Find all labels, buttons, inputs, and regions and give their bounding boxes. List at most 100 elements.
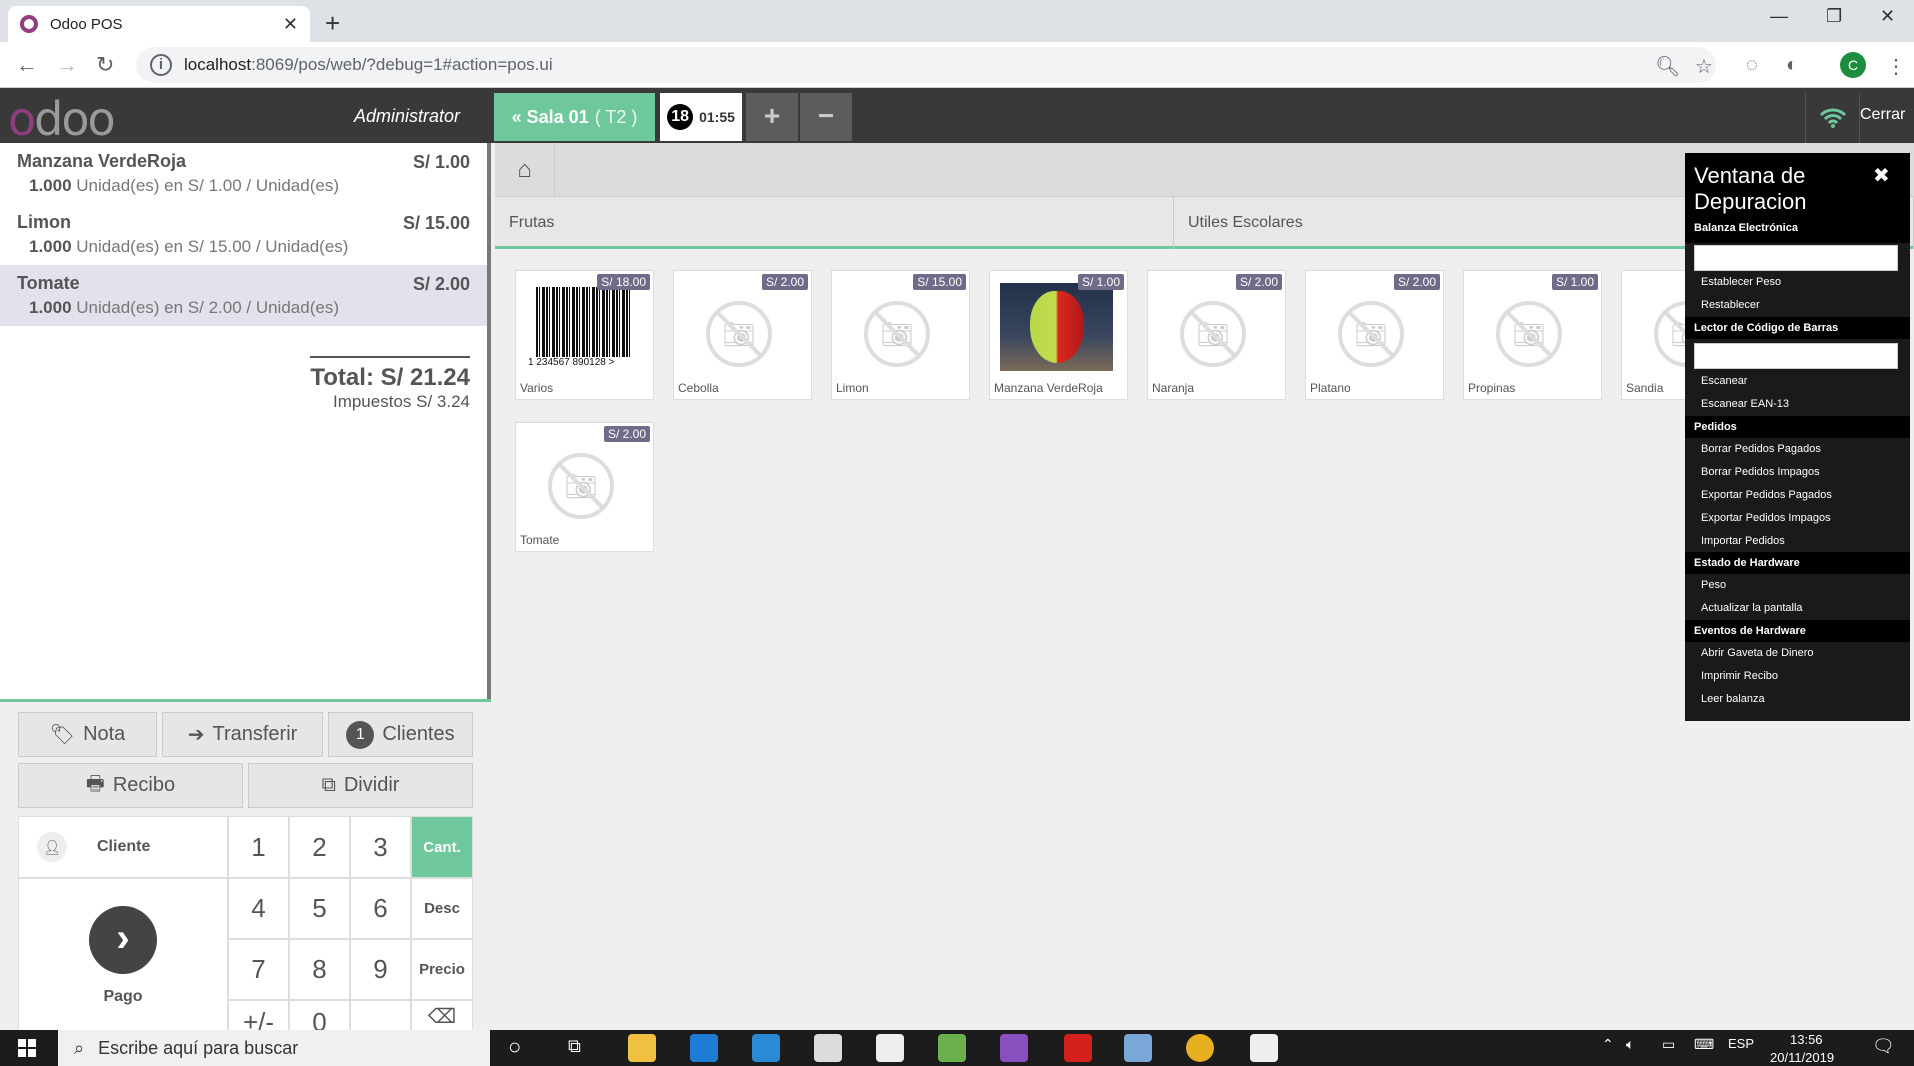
product-card[interactable]: 📷︎ S/ 15.00 Limon	[831, 270, 970, 400]
receipt-button[interactable]: 🖶︎ Recibo	[18, 763, 243, 808]
payment-button[interactable]: › Pago	[18, 878, 228, 1033]
username[interactable]: Administrator	[354, 106, 460, 127]
product-card[interactable]: 📷︎ S/ 2.00 Naranja	[1147, 270, 1286, 400]
remove-order-button[interactable]: −	[800, 93, 852, 141]
browser-tab[interactable]: Odoo POS ✕	[8, 6, 310, 42]
transfer-button[interactable]: ➔ Transferir	[162, 712, 323, 757]
mail-icon[interactable]	[876, 1034, 904, 1062]
file-explorer-icon[interactable]	[628, 1034, 656, 1062]
scan-ean13-button[interactable]: Escanear EAN-13	[1685, 393, 1910, 416]
window-close-icon[interactable]: ✕	[1880, 6, 1895, 27]
numpad-plusminus[interactable]: +/-	[228, 1000, 289, 1037]
import-orders-button[interactable]: Importar Pedidos	[1685, 530, 1910, 553]
numpad-disc-mode[interactable]: Desc	[411, 878, 473, 939]
read-scale-button[interactable]: Leer balanza	[1685, 688, 1910, 711]
wifi-icon[interactable]	[1805, 93, 1860, 143]
barcode-input[interactable]	[1694, 343, 1898, 369]
clock-time[interactable]: 13:56	[1790, 1032, 1823, 1047]
delete-unpaid-orders-button[interactable]: Borrar Pedidos Impagos	[1685, 461, 1910, 484]
store-icon[interactable]	[814, 1034, 842, 1062]
product-card[interactable]: 📷︎ S/ 2.00 Tomate	[515, 422, 654, 552]
opera-icon[interactable]	[1064, 1034, 1092, 1062]
print-receipt-button[interactable]: Imprimir Recibo	[1685, 665, 1910, 688]
numpad-price-mode[interactable]: Precio	[411, 939, 473, 1000]
backspace-icon[interactable]: ⌫	[411, 1000, 473, 1033]
visual-studio-icon[interactable]	[1000, 1034, 1028, 1062]
numpad-0[interactable]: 0	[289, 1000, 350, 1037]
product-card[interactable]: S/ 1.00 Manzana VerdeRoja	[989, 270, 1128, 400]
numpad-5[interactable]: 5	[289, 878, 350, 939]
add-order-button[interactable]: +	[746, 93, 798, 141]
app-icon[interactable]	[938, 1034, 966, 1062]
numpad-3[interactable]: 3	[350, 816, 411, 878]
product-card[interactable]: 📷︎ S/ 1.00 Propinas	[1463, 270, 1602, 400]
tray-chevron-icon[interactable]: ⌃	[1602, 1036, 1614, 1053]
taskbar-search[interactable]: ⌕ Escribe aquí para buscar	[58, 1030, 490, 1066]
language-indicator[interactable]: ESP	[1728, 1036, 1754, 1051]
bookmark-star-icon[interactable]: ☆	[1695, 54, 1713, 79]
numpad-dot[interactable]	[350, 1000, 411, 1033]
extension-icon-2[interactable]: ◐	[1786, 54, 1798, 77]
numpad-6[interactable]: 6	[350, 878, 411, 939]
numpad-9[interactable]: 9	[350, 939, 411, 1000]
extension-icon[interactable]: ◌	[1746, 54, 1758, 77]
floor-back-button[interactable]: « Sala 01 ( T2 )	[494, 93, 655, 141]
new-tab-icon[interactable]: +	[325, 8, 340, 39]
numpad-7[interactable]: 7	[228, 939, 289, 1000]
close-icon[interactable]: ✖	[1873, 163, 1890, 188]
app-icon-2[interactable]	[1250, 1034, 1278, 1062]
edge-icon[interactable]	[690, 1034, 718, 1062]
numpad-2[interactable]: 2	[289, 816, 350, 878]
network-icon[interactable]: ▭	[1662, 1036, 1675, 1053]
minimize-icon[interactable]: —	[1770, 6, 1788, 27]
export-paid-orders-button[interactable]: Exportar Pedidos Pagados	[1685, 484, 1910, 507]
close-pos-button[interactable]: Cerrar	[1860, 106, 1905, 124]
product-card[interactable]: 📷︎ S/ 2.00 Platano	[1305, 270, 1444, 400]
set-weight-button[interactable]: Establecer Peso	[1685, 271, 1910, 294]
hw-weight-status[interactable]: Peso	[1685, 574, 1910, 597]
menu-icon[interactable]: ⋮	[1886, 54, 1906, 79]
delete-paid-orders-button[interactable]: Borrar Pedidos Pagados	[1685, 438, 1910, 461]
scan-button[interactable]: Escanear	[1685, 370, 1910, 393]
product-card[interactable]: 📷︎ S/ 2.00 Cebolla	[673, 270, 812, 400]
orderline-selected[interactable]: Tomate S/ 2.00 1.000 Unidad(es) en S/ 2.…	[0, 265, 487, 326]
numpad-qty-mode[interactable]: Cant.	[411, 816, 473, 878]
export-unpaid-orders-button[interactable]: Exportar Pedidos Impagos	[1685, 507, 1910, 530]
orderline[interactable]: Manzana VerdeRoja S/ 1.00 1.000 Unidad(e…	[0, 143, 487, 204]
numpad-8[interactable]: 8	[289, 939, 350, 1000]
reset-weight-button[interactable]: Restablecer	[1685, 294, 1910, 317]
open-cashbox-button[interactable]: Abrir Gaveta de Dinero	[1685, 642, 1910, 665]
product-card[interactable]: 1 234567 890128 > S/ 18.00 Varios	[515, 270, 654, 400]
chrome-icon[interactable]	[1186, 1034, 1214, 1062]
guests-button[interactable]: 1 Clientes	[328, 712, 473, 757]
order-tab[interactable]: 18 01:55	[660, 93, 742, 141]
reload-icon[interactable]: ↻	[96, 52, 114, 78]
task-view-icon[interactable]: ⧉	[568, 1036, 581, 1057]
notifications-icon[interactable]: 🗨︎	[1872, 1036, 1895, 1057]
note-button[interactable]: 🏷︎ Nota	[18, 712, 157, 757]
volume-icon[interactable]: 🔈︎	[1626, 1036, 1634, 1053]
back-icon[interactable]: ←	[16, 52, 38, 78]
vscode-icon[interactable]	[752, 1034, 780, 1062]
refresh-screen-button[interactable]: Actualizar la pantalla	[1685, 597, 1910, 620]
split-button[interactable]: ⧉ Dividir	[248, 763, 473, 808]
numpad-4[interactable]: 4	[228, 878, 289, 939]
site-info-icon[interactable]: i	[150, 54, 172, 76]
category-frutas[interactable]: Frutas	[495, 197, 1174, 249]
clock-date[interactable]: 20/11/2019	[1770, 1050, 1834, 1064]
orderline[interactable]: Limon S/ 15.00 1.000 Unidad(es) en S/ 15…	[0, 204, 487, 265]
home-icon[interactable]: ⌂	[495, 143, 555, 197]
weight-input[interactable]	[1694, 245, 1898, 271]
url-field[interactable]: i localhost:8069/pos/web/?debug=1#action…	[136, 47, 1716, 83]
windows-start-icon[interactable]	[18, 1039, 36, 1057]
numpad-1[interactable]: 1	[228, 816, 289, 878]
forward-icon[interactable]: →	[56, 52, 78, 78]
zoom-icon[interactable]: 🔍︎	[1655, 54, 1680, 79]
close-tab-icon[interactable]: ✕	[283, 14, 298, 35]
profile-avatar[interactable]: C	[1840, 52, 1866, 78]
keyboard-icon[interactable]: ⌨	[1694, 1036, 1714, 1053]
customer-button[interactable]: 👤︎ Cliente	[18, 816, 228, 878]
maximize-icon[interactable]: ❐	[1826, 6, 1842, 27]
cortana-icon[interactable]: ○	[508, 1034, 521, 1060]
virtualbox-icon[interactable]	[1124, 1034, 1152, 1062]
